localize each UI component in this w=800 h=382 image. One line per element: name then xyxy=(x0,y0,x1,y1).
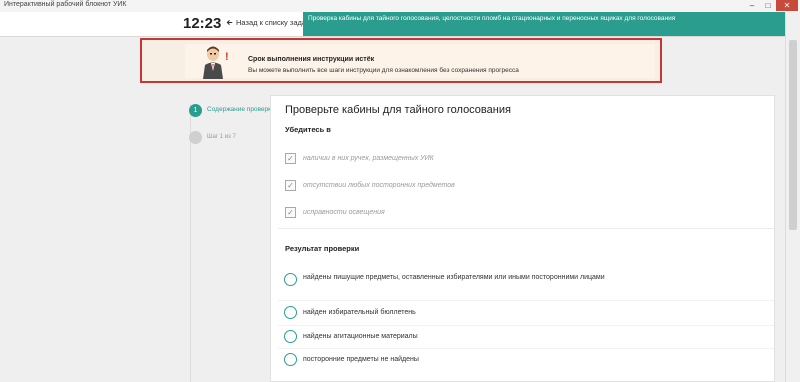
steps-timeline-line xyxy=(190,104,191,382)
step-1-label[interactable]: Содержание проверки xyxy=(207,106,275,113)
task-title-banner: Проверка кабины для тайного голосования,… xyxy=(303,12,785,36)
check-item-2-checkbox[interactable]: ✓ xyxy=(285,180,296,191)
step-2-marker[interactable] xyxy=(189,131,202,144)
result-option-4-radio[interactable] xyxy=(284,353,297,366)
app-window: Интерактивный рабочий блокнот УИК – □ ✕ … xyxy=(0,0,800,382)
clock-time: 12:23 xyxy=(183,15,222,32)
result-option-2-radio[interactable] xyxy=(284,306,297,319)
back-to-tasks-label: Назад к списку задач xyxy=(236,18,310,27)
result-option-2-label[interactable]: найден избирательный бюллетень xyxy=(303,307,623,318)
section-divider xyxy=(278,228,774,229)
check-item-1-label: наличии в них ручек, размещенных УИК xyxy=(303,155,434,162)
check-item-3-checkbox[interactable]: ✓ xyxy=(285,207,296,218)
check-title: Проверьте кабины для тайного голосования xyxy=(285,104,511,116)
result-heading: Результат проверки xyxy=(285,244,360,253)
back-to-tasks-link[interactable]: Назад к списку задач xyxy=(226,18,310,27)
option-divider xyxy=(278,300,774,301)
close-button[interactable]: ✕ xyxy=(776,0,798,11)
result-option-3-radio[interactable] xyxy=(284,330,297,343)
window-title: Интерактивный рабочий блокнот УИК xyxy=(4,1,127,8)
back-arrow-icon xyxy=(226,20,233,25)
exclamation-icon: ! xyxy=(225,51,229,63)
option-divider xyxy=(278,325,774,326)
expired-alert: ! Срок выполнения инструкции истёк Вы мо… xyxy=(140,38,662,83)
scrollbar-thumb[interactable] xyxy=(789,40,797,230)
top-bar: 12:23 Назад к списку задач Проверка каби… xyxy=(0,12,800,37)
check-item-2-label: отсутствии любых посторонних предметов xyxy=(303,182,455,189)
step-2-label[interactable]: Шаг 1 из 7 xyxy=(207,134,236,140)
check-item-1-checkbox[interactable]: ✓ xyxy=(285,153,296,164)
result-option-3-label[interactable]: найдены агитационные материалы xyxy=(303,331,623,342)
check-item-3-label: исправности освещения xyxy=(303,209,385,216)
alert-message: Вы можете выполнить все шаги инструкции … xyxy=(248,67,519,74)
person-avatar-icon xyxy=(203,46,223,79)
minimize-button[interactable]: – xyxy=(744,0,760,11)
maximize-button[interactable]: □ xyxy=(760,0,776,11)
result-option-4-label[interactable]: посторонние предметы не найдены xyxy=(303,354,623,365)
result-option-1-label[interactable]: найдены пишущие предметы, оставленные из… xyxy=(303,272,623,283)
step-1-marker[interactable]: 1 xyxy=(189,104,202,117)
window-controls: – □ ✕ xyxy=(744,0,798,11)
result-option-1-radio[interactable] xyxy=(284,273,297,286)
ensure-heading: Убедитесь в xyxy=(285,125,331,134)
option-divider xyxy=(278,348,774,349)
vertical-scrollbar[interactable] xyxy=(785,12,800,382)
alert-title: Срок выполнения инструкции истёк xyxy=(248,56,375,63)
task-title: Проверка кабины для тайного голосования,… xyxy=(308,15,676,22)
